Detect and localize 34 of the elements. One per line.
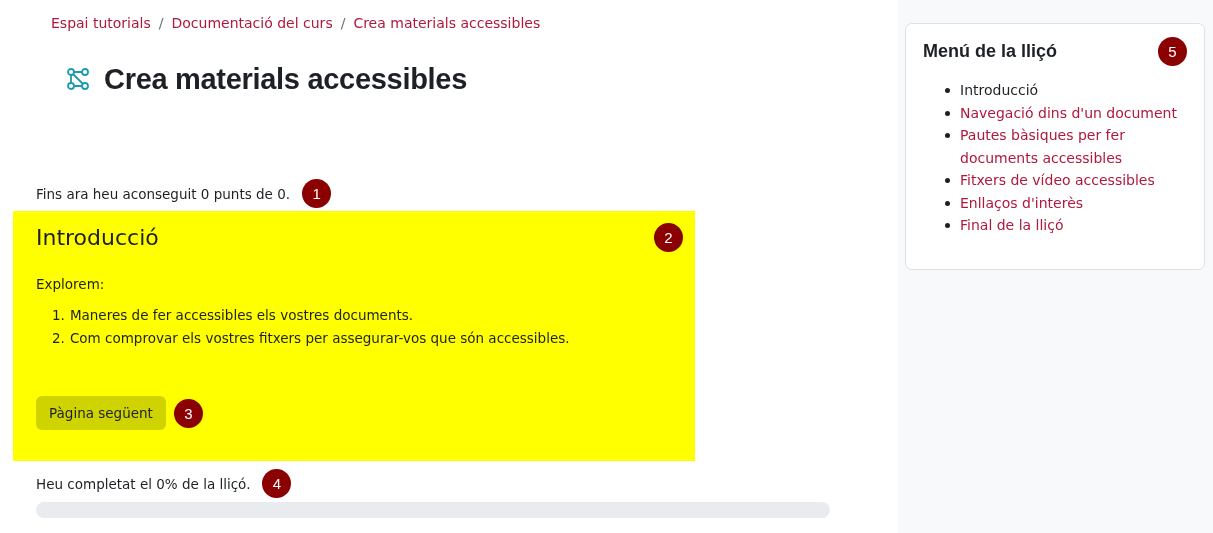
list-number: 2. [52,329,65,348]
page-title: Crea materials accessibles [104,62,467,96]
bullet-icon [945,200,950,206]
breadcrumb-link[interactable]: Espai tutorials [51,15,151,31]
menu-link[interactable]: Navegació dins d'un document [960,101,1177,124]
bullet-icon [945,178,950,183]
annotation-marker: 2 [654,223,683,252]
annotation-marker: 3 [173,398,203,428]
menu-link[interactable]: Pautes bàsiques per fer documents accessibles [960,124,1187,169]
menu-link[interactable]: Introducció [960,79,1039,102]
breadcrumb-link[interactable]: Crea materials accessibles [353,15,541,31]
menu-link[interactable]: Final de la lliçó [960,214,1064,237]
list-number: 1. [52,306,65,325]
menu-link[interactable]: Enllaços d'interès [960,191,1084,214]
section-heading: Introducció [36,225,159,250]
annotation-marker: 4 [262,469,292,498]
intro-text: Explorem: [36,276,106,292]
list-text: Com comprovar els vostres fitxers per assegurar-vos que són accessibles. [69,329,570,348]
breadcrumb-separator: / [340,15,346,31]
score-text: Fins ara heu aconseguit 0 punts de 0. [36,185,291,202]
menu-title: Menú de la lliçó [923,41,1058,62]
menu-link[interactable]: Fitxers de vídeo accessibles [960,169,1155,192]
bullet-icon [945,110,950,116]
bullet-icon [945,223,950,228]
bullet-icon [945,88,950,93]
annotation-marker: 5 [1158,37,1187,66]
bullet-icon [945,133,950,138]
flow-icon [66,67,90,91]
progress-text: Heu completat el 0% de la lliçó. [36,475,251,492]
annotation-marker: 1 [302,179,332,208]
list-text: Maneres de fer accessibles els vostres documents. [69,306,414,325]
breadcrumb-link[interactable]: Documentació del curs [171,15,333,31]
breadcrumb-separator: / [158,15,164,31]
next-page-button[interactable]: Pàgina següent [36,396,166,430]
